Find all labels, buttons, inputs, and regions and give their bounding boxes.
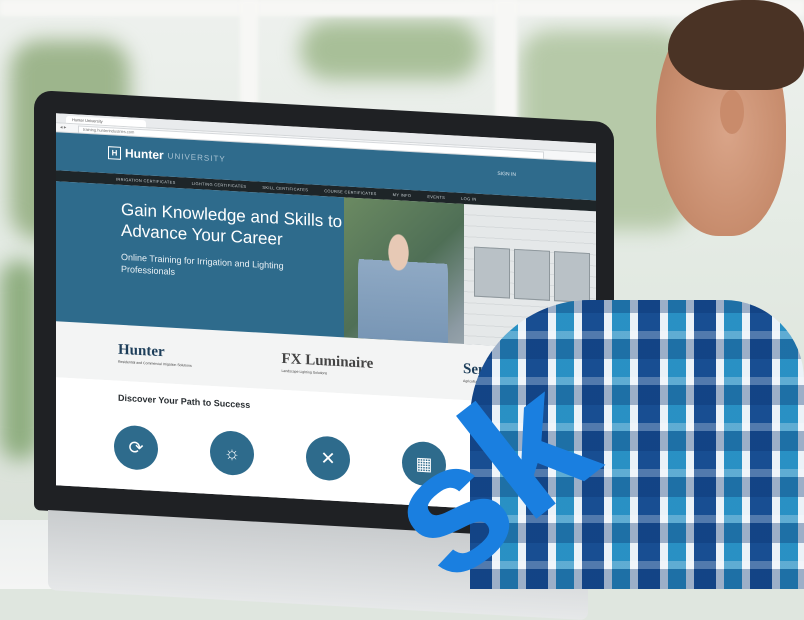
business-path-icon[interactable]: ▦ — [402, 440, 446, 488]
nav-skill-certificates[interactable]: SKILL CERTIFICATES — [262, 185, 308, 193]
hair — [668, 0, 804, 90]
back-forward-icon[interactable]: ◂ ▸ — [60, 124, 66, 130]
skills-path-icon[interactable]: ✕ — [306, 435, 350, 482]
technician-figure — [358, 228, 448, 344]
nav-course-certificates[interactable]: COURSE CERTIFICATES — [324, 188, 376, 196]
irrigation-path-icon[interactable]: ⟳ — [114, 424, 158, 471]
hunter-logo-icon: H — [108, 145, 121, 160]
ear — [720, 90, 744, 134]
lighting-path-icon[interactable]: ☼ — [210, 429, 254, 477]
hero-text-panel: Gain Knowledge and Skills to Advance You… — [56, 181, 344, 338]
nav-lighting-certificates[interactable]: LIGHTING CERTIFICATES — [192, 181, 247, 189]
logo-suffix: UNIVERSITY — [167, 150, 226, 164]
hunter-university-logo[interactable]: H Hunter UNIVERSITY — [108, 145, 226, 166]
nav-my-info[interactable]: MY INFO — [393, 192, 412, 198]
nav-events[interactable]: EVENTS — [427, 194, 445, 200]
logo-text: Hunter — [125, 146, 164, 163]
man-viewing-screen — [470, 0, 804, 589]
partner-hunter[interactable]: Hunter Residential and Commercial Irriga… — [118, 342, 192, 368]
hero-subtitle: Online Training for Irrigation and Light… — [121, 251, 284, 277]
nav-irrigation-certificates[interactable]: IRRIGATION CERTIFICATES — [116, 177, 176, 185]
partner-fx-luminaire[interactable]: FX Luminaire Landscape Lighting Solution… — [281, 351, 373, 378]
hero-title: Gain Knowledge and Skills to Advance You… — [121, 199, 343, 249]
